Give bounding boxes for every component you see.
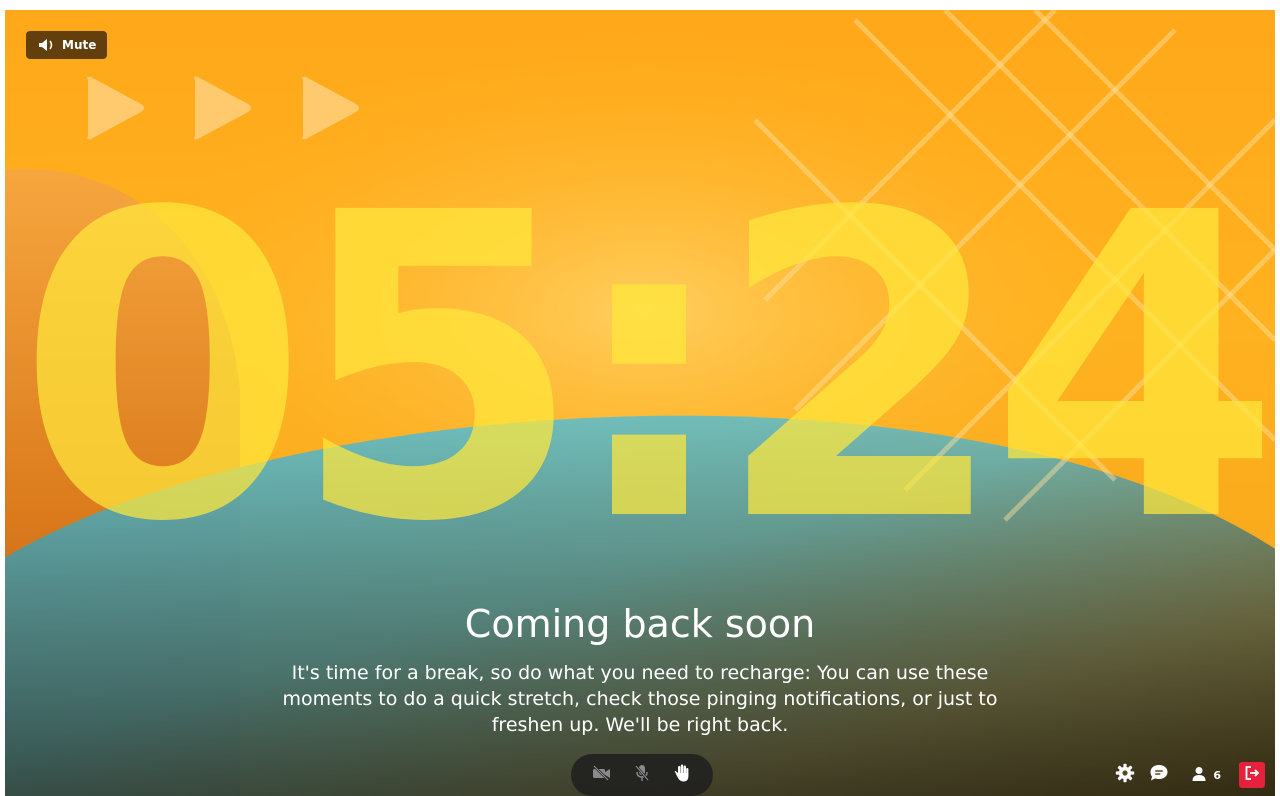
participants-count: 6	[1213, 768, 1221, 782]
microphone-off-icon	[634, 764, 650, 787]
gear-icon	[1115, 763, 1135, 788]
person-icon	[1191, 766, 1207, 785]
settings-button[interactable]	[1115, 763, 1135, 788]
media-controls	[571, 754, 713, 796]
raise-hand-icon	[674, 764, 690, 787]
mute-label: Mute	[62, 38, 97, 52]
chat-icon	[1149, 764, 1169, 787]
right-toolbar: 6	[1115, 762, 1265, 788]
raise-hand-button[interactable]	[671, 764, 693, 786]
break-screen: 05:24 Mute Coming back soon It's time fo…	[5, 10, 1275, 796]
camera-off-icon	[592, 764, 612, 786]
participants-button[interactable]: 6	[1191, 766, 1221, 785]
break-title: Coming back soon	[464, 602, 816, 646]
microphone-toggle-button[interactable]	[631, 764, 653, 786]
camera-toggle-button[interactable]	[591, 764, 613, 786]
break-message: It's time for a break, so do what you ne…	[282, 662, 998, 736]
speaker-icon	[38, 39, 56, 51]
countdown-timer: 05:24	[16, 125, 1275, 614]
leave-icon	[1244, 765, 1260, 786]
mute-button[interactable]: Mute	[26, 31, 108, 59]
leave-button[interactable]	[1239, 762, 1265, 788]
chat-button[interactable]	[1149, 764, 1169, 787]
